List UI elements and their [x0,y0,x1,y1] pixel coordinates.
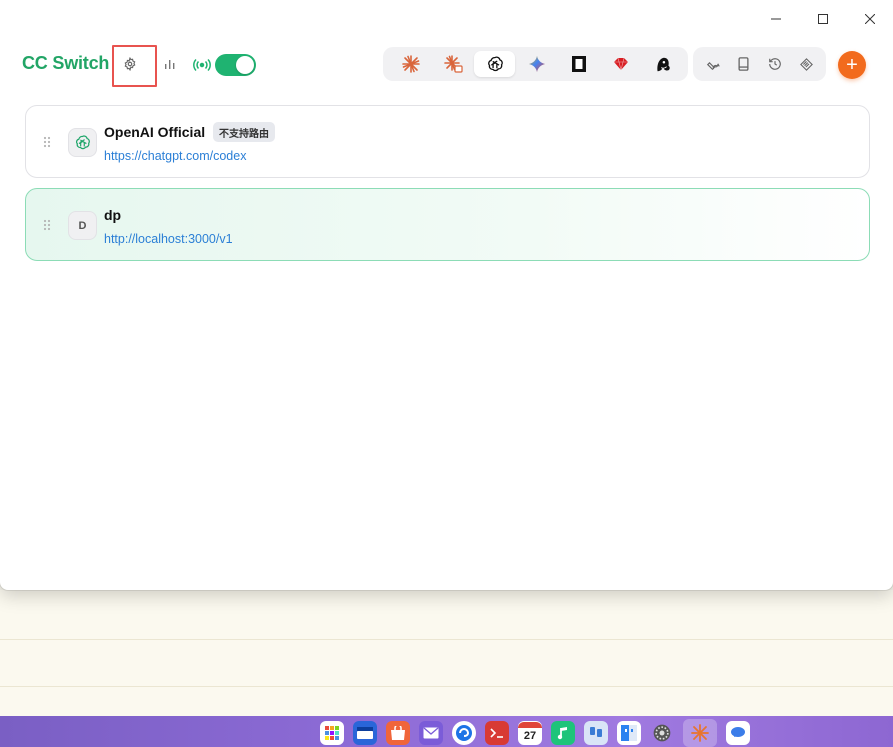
app-window: CC Switch + OpenAI Official 不支持路由 https:… [0,0,893,590]
browser-icon[interactable] [452,721,476,745]
messages-icon[interactable] [726,721,750,745]
book-icon [738,57,749,71]
tab-opencode[interactable] [558,51,599,77]
taskbar-app-icons: 27 [320,719,750,747]
maximize-icon[interactable] [799,0,846,38]
tab-claude-code[interactable] [390,51,431,77]
prompts-button[interactable] [730,51,758,77]
settings-icon[interactable] [650,721,674,745]
app-tab-bar [383,47,688,81]
provider-name: dp [104,207,122,223]
tab-ruby[interactable] [600,51,641,77]
provider-card-dp[interactable]: D dp http://localhost:3000/v1 [25,188,870,261]
proxy-toggle[interactable] [215,54,256,76]
cc-switch-icon[interactable] [683,719,717,747]
broadcast-icon [193,58,211,72]
provider-avatar [68,128,97,157]
mcp-button[interactable] [792,51,820,77]
calendar-day: 27 [523,730,537,742]
gemini-star-icon [528,55,545,73]
tab-mascot-app[interactable] [642,51,683,77]
tab-codex[interactable] [474,51,515,77]
square-frame-icon [571,56,586,72]
app-brand: CC Switch [22,53,110,73]
drag-handle-icon[interactable] [42,135,52,149]
provider-name: OpenAI Official [104,124,206,140]
bar-chart-icon [165,60,175,69]
history-button[interactable] [761,51,789,77]
usage-stats-button[interactable] [155,49,185,79]
background-rule [0,686,893,687]
store-icon[interactable] [386,721,410,745]
wrench-icon [706,62,720,71]
background-document [0,590,893,716]
terminal-icon[interactable] [485,721,509,745]
calendar-icon[interactable]: 27 [518,721,542,745]
launchpad-icon[interactable] [320,721,344,745]
minimize-icon[interactable] [752,0,799,38]
gear-icon [124,57,136,71]
tool-bar [693,47,826,81]
provider-url-link[interactable]: https://chatgpt.com/codex [104,149,246,163]
openai-icon [75,135,90,150]
mascot-icon [656,57,670,72]
provider-avatar: D [68,211,97,240]
proxy-switch-group [193,52,256,78]
mail-icon[interactable] [419,721,443,745]
chat-icon[interactable] [584,721,608,745]
claude-sparkle-icon [401,55,420,73]
tab-gemini[interactable] [516,51,557,77]
routing-badge: 不支持路由 [213,122,275,142]
settings-button[interactable] [115,49,145,79]
files-icon[interactable] [353,721,377,745]
window-controls [752,0,893,38]
ruby-gem-icon [613,57,628,71]
add-provider-button[interactable]: + [838,51,866,79]
provider-card-openai-official[interactable]: OpenAI Official 不支持路由 https://chatgpt.co… [25,105,870,178]
claude-sparkle-badge-icon [443,55,463,73]
close-icon[interactable] [846,0,893,38]
finder-icon[interactable] [617,721,641,745]
tools-button[interactable] [699,51,727,77]
music-icon[interactable] [551,721,575,745]
history-icon [769,58,781,70]
openai-icon [487,56,503,72]
mcp-icon [799,57,813,71]
drag-handle-icon[interactable] [42,218,52,232]
background-rule [0,639,893,640]
tab-claude-desktop[interactable] [432,51,473,77]
provider-url-link[interactable]: http://localhost:3000/v1 [104,232,233,246]
taskbar: 27 [0,716,893,747]
